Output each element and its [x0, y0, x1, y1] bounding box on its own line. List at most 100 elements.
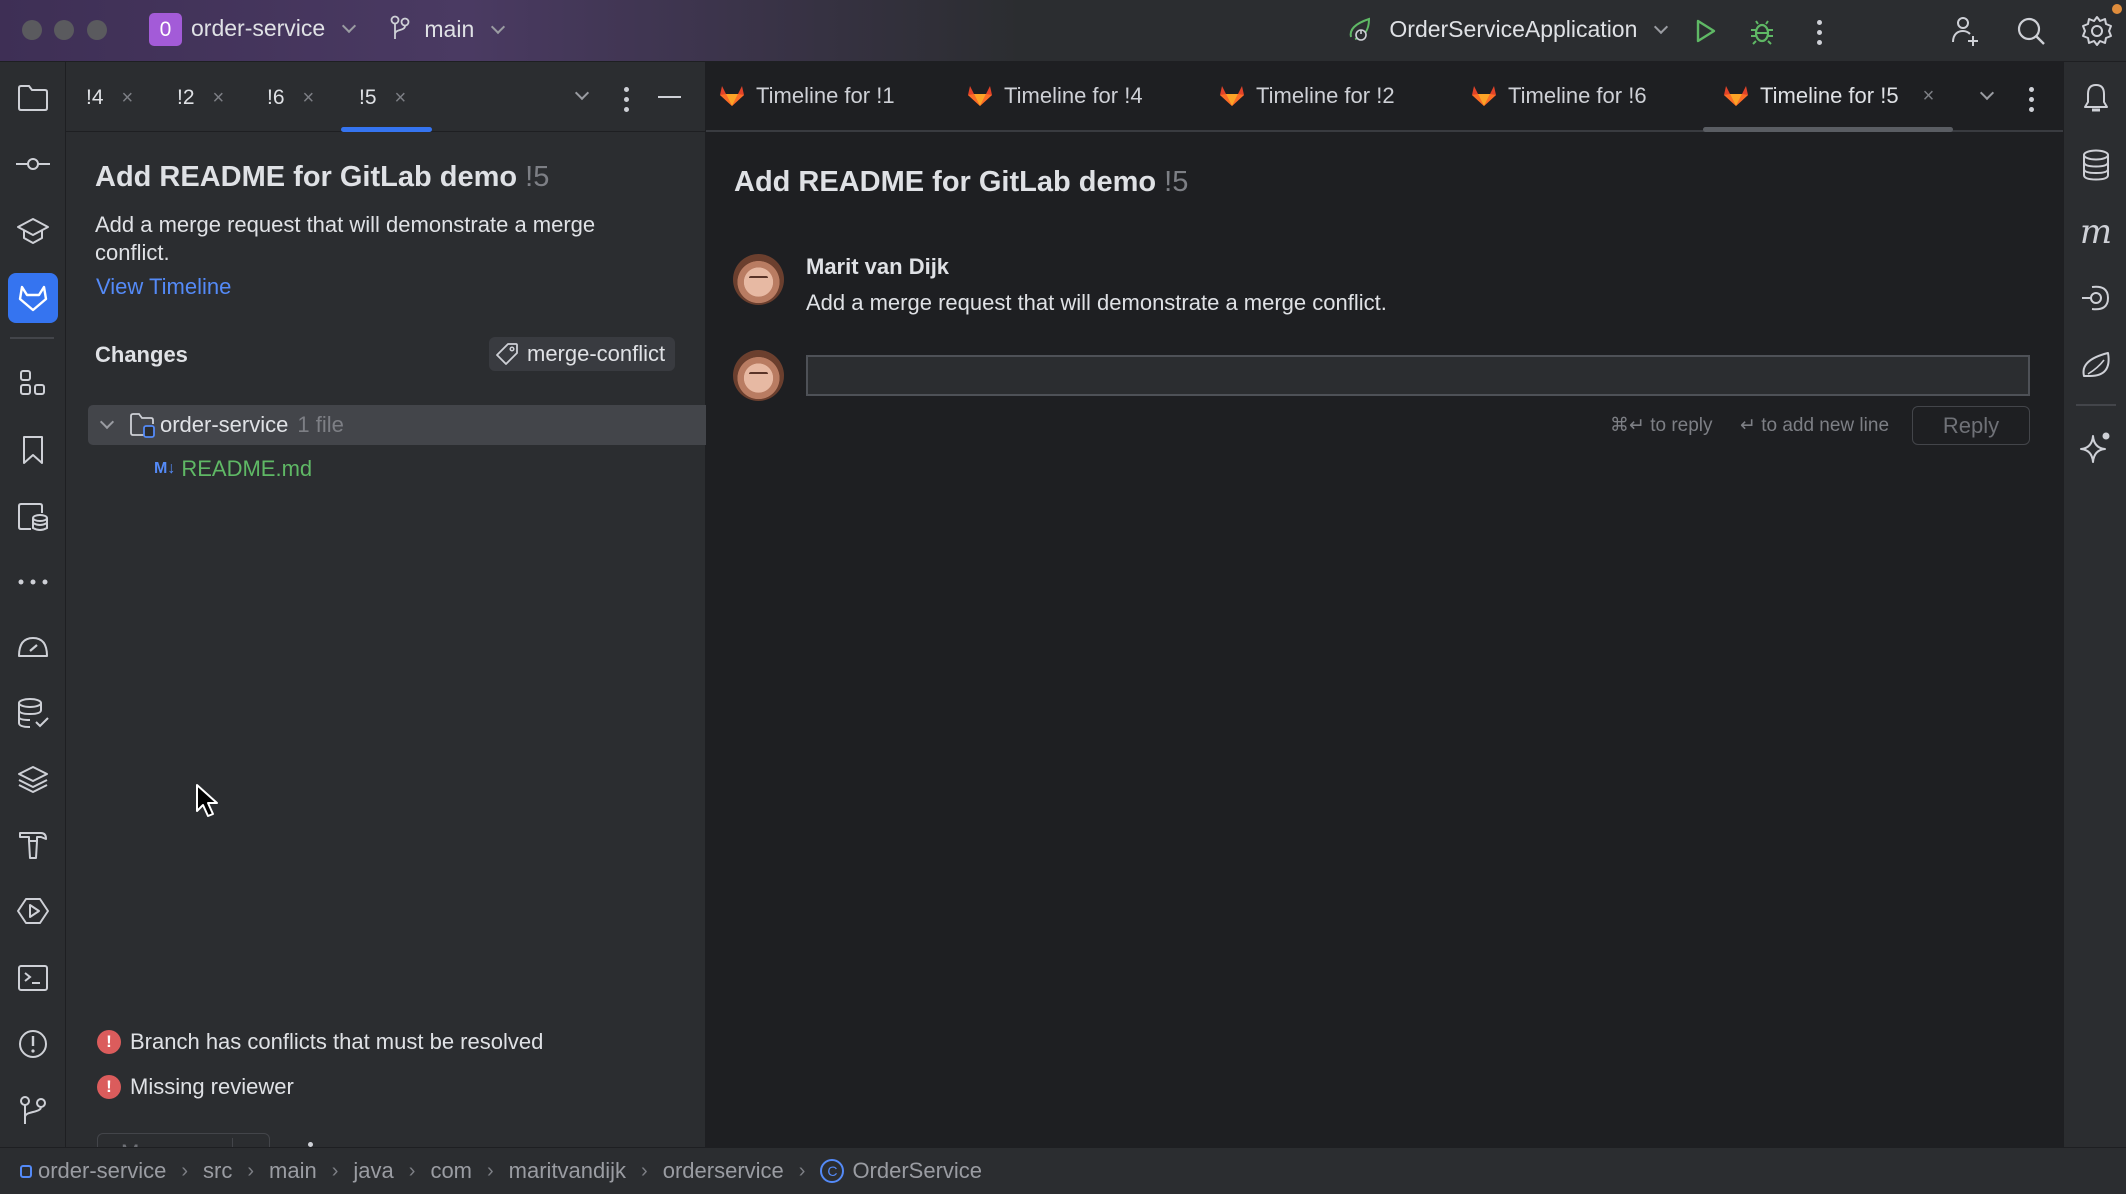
git-tool-button[interactable]	[14, 1091, 52, 1129]
database-check-icon	[18, 698, 49, 728]
close-icon[interactable]: ×	[303, 87, 315, 109]
breadcrumb-item[interactable]: orderservice	[663, 1158, 784, 1184]
services-icon	[17, 898, 49, 924]
editor-options-icon[interactable]	[2028, 87, 2034, 112]
changes-tree-folder[interactable]: order-service 1 file	[88, 405, 706, 445]
branch-selector[interactable]: main	[390, 15, 505, 43]
tab-timeline-5[interactable]: Timeline for !5 ×	[1724, 83, 1934, 109]
left-tool-window-bar	[0, 62, 66, 1147]
run-icon[interactable]	[1688, 14, 1722, 48]
structure-tool-button[interactable]	[14, 364, 52, 402]
folder-icon	[18, 85, 48, 111]
module-folder-icon	[130, 413, 155, 438]
endpoints-button[interactable]	[2076, 278, 2116, 318]
maven-button[interactable]: m	[2076, 212, 2116, 252]
changed-file-row[interactable]: M↓ README.md	[154, 451, 312, 487]
timeline-editor: Timeline for !1 Timeline for !4 Timeline…	[706, 62, 2063, 1147]
debug-icon[interactable]	[1745, 14, 1779, 48]
error-icon: !	[97, 1030, 121, 1054]
merge-request-panel: !4 × !2 × !6 × !5 × Add README for GitLab de…	[66, 62, 706, 1173]
project-tool-button[interactable]	[14, 79, 52, 117]
git-branch-icon	[20, 1096, 46, 1124]
tab-mr-4[interactable]: !4 ×	[86, 86, 133, 110]
close-icon[interactable]: ×	[395, 87, 407, 109]
window-minimize-button[interactable]	[54, 20, 74, 40]
add-user-icon[interactable]	[1948, 14, 1982, 48]
spring-button[interactable]	[2076, 345, 2116, 385]
tabs-dropdown-icon[interactable]	[574, 85, 590, 101]
project-name: order-service	[191, 15, 326, 41]
module-icon	[20, 1164, 32, 1178]
tab-mr-6[interactable]: !6 ×	[267, 86, 314, 110]
tab-mr-5[interactable]: !5 ×	[359, 86, 406, 110]
expand-chevron-icon[interactable]	[99, 414, 115, 430]
breadcrumb-item[interactable]: OrderService	[852, 1158, 982, 1184]
bell-icon	[2084, 84, 2108, 112]
breadcrumb-item[interactable]: main	[269, 1158, 317, 1184]
more-tools-button[interactable]	[14, 563, 52, 601]
close-icon[interactable]: ×	[213, 87, 225, 109]
breadcrumb-separator: ›	[247, 1159, 255, 1182]
class-icon: C	[820, 1159, 845, 1183]
active-tab-indicator	[1703, 127, 1953, 132]
bookmarks-tool-button[interactable]	[14, 431, 52, 469]
close-icon[interactable]: ×	[122, 87, 134, 109]
hide-panel-icon[interactable]	[658, 96, 681, 98]
tab-mr-2[interactable]: !2 ×	[177, 86, 224, 110]
layers-tool-button[interactable]	[14, 760, 52, 798]
error-icon: !	[97, 1075, 121, 1099]
ai-assistant-button[interactable]	[2076, 427, 2116, 467]
breadcrumb-item[interactable]: maritvandijk	[509, 1158, 626, 1184]
services-tool-button[interactable]	[14, 892, 52, 930]
breadcrumb-separator: ›	[487, 1159, 494, 1182]
view-timeline-link[interactable]: View Timeline	[96, 274, 231, 300]
window-close-button[interactable]	[22, 20, 42, 40]
database-button[interactable]	[2076, 145, 2116, 185]
breadcrumb-item[interactable]: java	[353, 1158, 393, 1184]
commit-icon	[16, 158, 50, 170]
toolbar-separator	[2076, 404, 2116, 406]
notifications-button[interactable]	[2076, 78, 2116, 118]
run-config-selector[interactable]: OrderServiceApplication	[1347, 15, 1668, 43]
database-tool-button[interactable]	[14, 694, 52, 732]
breadcrumb-item[interactable]: order-service	[38, 1158, 166, 1184]
commit-tool-button[interactable]	[14, 145, 52, 183]
close-icon[interactable]: ×	[1923, 85, 1935, 108]
more-actions-icon[interactable]	[1816, 20, 1822, 45]
search-icon[interactable]	[2014, 14, 2048, 48]
layers-icon	[18, 766, 48, 793]
reply-button[interactable]: Reply	[1912, 406, 2030, 445]
reply-input[interactable]	[806, 355, 2030, 396]
hammer-icon	[19, 832, 47, 859]
title-bar: 0 order-service main OrderServiceApplica…	[0, 0, 2126, 62]
project-selector[interactable]: order-service	[191, 15, 356, 42]
right-tool-window-bar: m	[2063, 62, 2126, 1147]
mr-label[interactable]: merge-conflict	[489, 337, 676, 371]
tab-timeline-4[interactable]: Timeline for !4	[968, 83, 1143, 109]
tab-timeline-1[interactable]: Timeline for !1	[720, 83, 895, 109]
tabs-dropdown-icon[interactable]	[1979, 85, 1995, 101]
breadcrumb-separator: ›	[408, 1159, 416, 1182]
profiler-tool-button[interactable]	[14, 628, 52, 666]
branch-name: main	[424, 16, 475, 42]
problems-tool-button[interactable]	[14, 1025, 52, 1063]
breadcrumb-item[interactable]: com	[430, 1158, 472, 1184]
graduation-cap-icon	[17, 218, 49, 244]
window-zoom-button[interactable]	[87, 20, 107, 40]
ai-sparkle-icon	[2080, 432, 2110, 463]
database-file-tool-button[interactable]	[14, 498, 52, 536]
learn-tool-button[interactable]	[14, 212, 52, 250]
merge-request-tabs: !4 × !2 × !6 × !5 ×	[66, 62, 706, 132]
gitlab-icon	[1472, 86, 1496, 106]
terminal-tool-button[interactable]	[14, 959, 52, 997]
build-tool-button[interactable]	[14, 826, 52, 864]
gitlab-icon	[1220, 86, 1244, 106]
settings-icon[interactable]	[2080, 14, 2114, 48]
toolbar-separator	[10, 337, 54, 339]
options-menu-icon[interactable]	[623, 87, 629, 112]
breadcrumb-item[interactable]: src	[203, 1158, 232, 1184]
gitlab-tool-button[interactable]	[8, 273, 58, 323]
active-tab-indicator	[341, 127, 432, 132]
tab-timeline-6[interactable]: Timeline for !6	[1472, 83, 1647, 109]
tab-timeline-2[interactable]: Timeline for !2	[1220, 83, 1395, 109]
